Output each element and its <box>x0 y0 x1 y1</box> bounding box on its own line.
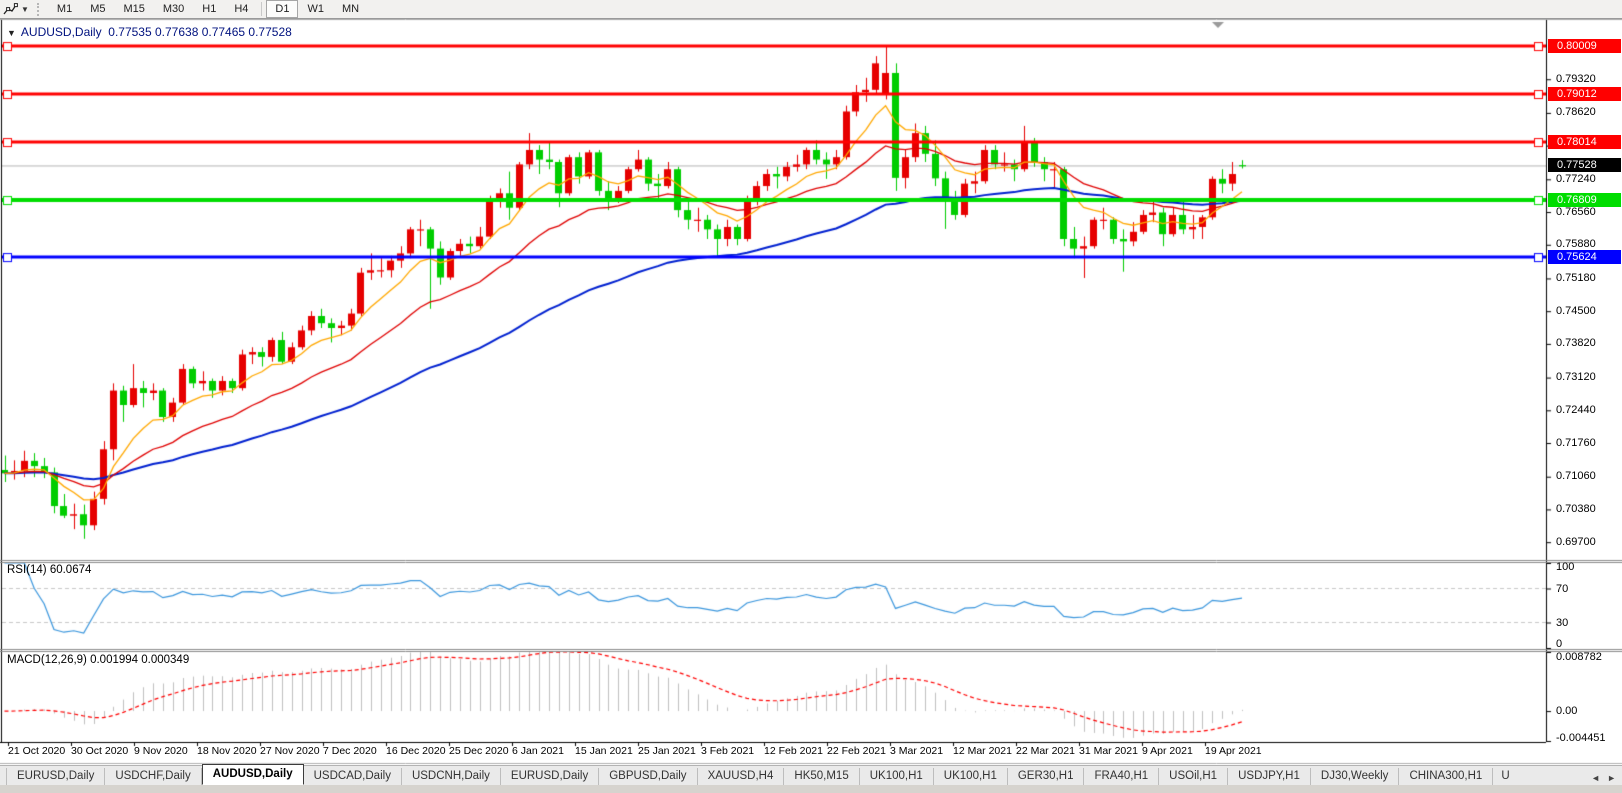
chart-tab-audusd-daily[interactable]: AUDUSD,Daily <box>201 764 304 785</box>
timeframe-button-M1[interactable]: M1 <box>48 0 81 18</box>
hline-price-label: 0.78014 <box>1548 135 1621 150</box>
timeframe-button-MN[interactable]: MN <box>333 0 368 18</box>
toolbar: ▼ M1 M5 M15 M30 H1 H4 D1 W1 MN <box>0 0 1622 19</box>
timeframe-button-W1[interactable]: W1 <box>298 0 333 18</box>
hline-price-label: 0.75624 <box>1548 250 1621 265</box>
chart-menu-icon[interactable]: ▼ <box>7 28 16 38</box>
timeframe-button-group: M1 M5 M15 M30 H1 H4 D1 W1 MN <box>48 0 368 18</box>
timeframe-button-D1[interactable]: D1 <box>266 0 299 18</box>
chart-tab-usoil-h1[interactable]: USOil,H1 <box>1159 768 1229 785</box>
time-axis[interactable] <box>0 742 1546 763</box>
chart-tab-china300-h1[interactable]: CHINA300,H1 <box>1399 768 1494 785</box>
chart-tab-uk100-h1[interactable]: UK100,H1 <box>934 768 1008 785</box>
timeframe-button-H1[interactable]: H1 <box>193 0 225 18</box>
tab-scroll-right-icon[interactable]: ► <box>1607 773 1616 783</box>
timeframe-button-M5[interactable]: M5 <box>81 0 114 18</box>
chart-tab-hk50-m15[interactable]: HK50,M15 <box>784 768 860 785</box>
chart-tab-partial[interactable]: U <box>1493 768 1517 785</box>
timeframe-button-M15[interactable]: M15 <box>114 0 153 18</box>
tab-scroll-left-icon[interactable]: ◄ <box>1591 773 1600 783</box>
chart-tab-dj30-weekly[interactable]: DJ30,Weekly <box>1311 768 1400 785</box>
chart-tab-ger30-h1[interactable]: GER30,H1 <box>1008 768 1085 785</box>
macd-header: MACD(12,26,9) 0.001994 0.000349 <box>7 654 190 666</box>
chart-tab-usdjpy-h1[interactable]: USDJPY,H1 <box>1228 768 1311 785</box>
timeframe-button-M30[interactable]: M30 <box>154 0 193 18</box>
chart-tab-bar: EURUSD,Daily USDCHF,Daily AUDUSD,Daily USDC… <box>0 764 1622 785</box>
chart-tab-eurusd-daily[interactable]: EURUSD,Daily <box>6 768 106 785</box>
hline-price-label: 0.79012 <box>1548 87 1621 102</box>
chart-tab-xauusd-h4[interactable]: XAUUSD,H4 <box>698 768 785 785</box>
chart-tab-fra40-h1[interactable]: FRA40,H1 <box>1084 768 1160 785</box>
rsi-header: RSI(14) 60.0674 <box>7 564 92 576</box>
ohlc-values: 0.77535 0.77638 0.77465 0.77528 <box>108 25 292 39</box>
chart-tab-usdcnh-daily[interactable]: USDCNH,Daily <box>402 768 501 785</box>
hline-price-label: 0.80009 <box>1548 39 1621 54</box>
chart-tab-usdchf-daily[interactable]: USDCHF,Daily <box>105 768 202 785</box>
toolbar-separator <box>261 2 263 16</box>
chart-tab-uk100-h1[interactable]: UK100,H1 <box>860 768 934 785</box>
toolbar-grip[interactable] <box>36 2 42 16</box>
timeframe-button-H4[interactable]: H4 <box>225 0 257 18</box>
chart-tab-eurusd-daily[interactable]: EURUSD,Daily <box>501 768 600 785</box>
symbol-name: AUDUSD,Daily <box>20 25 102 39</box>
chart-plot[interactable] <box>0 0 1622 793</box>
hline-price-label: 0.76809 <box>1548 193 1621 208</box>
chart-tab-usdcad-daily[interactable]: USDCAD,Daily <box>304 768 402 785</box>
current-price-label: 0.77528 <box>1548 158 1621 173</box>
chart-symbol-title: ▼ AUDUSD,Daily 0.77535 0.77638 0.77465 0.… <box>7 25 292 39</box>
chevron-down-icon[interactable]: ▼ <box>21 5 29 14</box>
status-strip <box>0 785 1622 793</box>
tab-scroll-controls: ◄ ► <box>1591 773 1622 785</box>
polyline-tool-icon[interactable] <box>3 2 18 16</box>
price-axis[interactable] <box>1546 20 1622 742</box>
chart-tab-gbpusd-daily[interactable]: GBPUSD,Daily <box>599 768 698 785</box>
